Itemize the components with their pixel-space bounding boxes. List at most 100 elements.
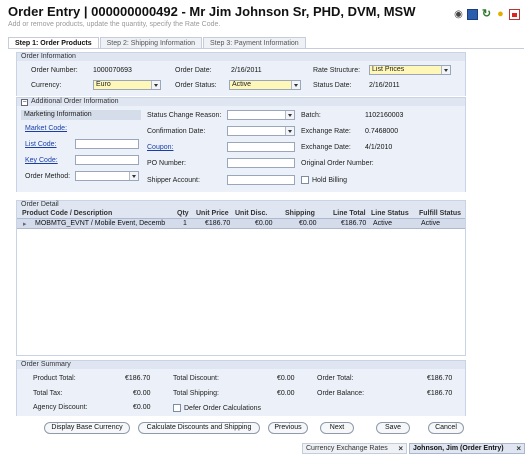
cancel-button[interactable]: Cancel	[428, 422, 464, 434]
order-method-select[interactable]	[75, 171, 139, 181]
expand-arrow-icon[interactable]: ▸	[23, 220, 27, 228]
header-toolbar: ◉ ↻ ●	[453, 9, 520, 20]
column-header-unit-price[interactable]: Unit Price	[196, 210, 229, 217]
key-code-link[interactable]: Key Code:	[25, 157, 58, 164]
column-header-product[interactable]: Product Code / Description	[22, 210, 112, 217]
defer-order-calculations-checkbox[interactable]	[173, 404, 181, 412]
exchange-date-label: Exchange Date:	[301, 144, 351, 151]
tab-johnson-order-entry[interactable]: Johnson, Jim (Order Entry) ×	[409, 443, 525, 454]
hold-billing-checkbox[interactable]	[301, 176, 309, 184]
status-change-reason-select[interactable]	[227, 110, 295, 120]
market-code-link[interactable]: Market Code:	[25, 125, 67, 132]
total-discount-value: €0.00	[277, 375, 295, 382]
table-cell-line-status: Active	[373, 220, 393, 227]
order-summary-section: Order Summary Product Total: €186.70 Tot…	[16, 360, 466, 416]
eye-icon[interactable]: ◉	[453, 9, 464, 20]
page-header: Order Entry | 000000000492 - Mr Jim John…	[0, 0, 532, 36]
po-number-input[interactable]	[227, 158, 295, 168]
list-code-input[interactable]	[75, 139, 139, 149]
order-information-section: Order Information Order Number: 10000706…	[16, 52, 466, 96]
table-row[interactable]: ▸ MOBMTG_EVNT / Mobile Event, Decemb 1 €…	[17, 218, 465, 229]
order-number-value: 1000070693	[93, 67, 132, 74]
calculate-discounts-button[interactable]: Calculate Discounts and Shipping	[138, 422, 260, 434]
table-cell-shipping: €0.00	[299, 220, 317, 227]
column-header-line-status[interactable]: Line Status	[371, 210, 409, 217]
total-tax-label: Total Tax:	[33, 390, 63, 397]
chevron-down-icon[interactable]	[151, 81, 160, 89]
order-status-select[interactable]: Active	[229, 80, 301, 90]
confirmation-date-label: Confirmation Date:	[147, 128, 206, 135]
order-balance-value: €186.70	[427, 390, 453, 397]
status-change-reason-label: Status Change Reason:	[147, 112, 222, 119]
rate-structure-label: Rate Structure:	[313, 67, 361, 74]
currency-value: Euro	[96, 81, 111, 88]
chevron-down-icon[interactable]	[441, 66, 450, 74]
currency-select[interactable]: Euro	[93, 80, 161, 90]
batch-label: Batch:	[301, 112, 321, 119]
close-icon[interactable]: ×	[516, 444, 521, 454]
total-tax-value: €0.00	[133, 390, 151, 397]
batch-value: 1102160003	[365, 112, 404, 119]
list-code-link[interactable]: List Code:	[25, 141, 57, 148]
tab-johnson-order-entry-label: Johnson, Jim (Order Entry)	[413, 445, 504, 452]
collapse-icon[interactable]: −	[21, 99, 28, 106]
refresh-icon[interactable]: ↻	[481, 9, 492, 20]
order-total-value: €186.70	[427, 375, 453, 382]
order-information-body: Order Number: 1000070693 Order Date: 2/1…	[17, 61, 465, 96]
rate-structure-select[interactable]: List Prices	[369, 65, 451, 75]
currency-label: Currency:	[31, 82, 62, 89]
save-button[interactable]: Save	[376, 422, 410, 434]
agency-discount-label: Agency Discount:	[33, 404, 88, 411]
order-summary-heading: Order Summary	[17, 361, 465, 369]
save-icon[interactable]	[467, 9, 478, 20]
chevron-down-icon[interactable]	[285, 127, 294, 135]
total-shipping-value: €0.00	[277, 390, 295, 397]
additional-order-information-heading: − Additional Order Information	[17, 98, 465, 106]
additional-order-information-section: − Additional Order Information Marketing…	[16, 97, 466, 192]
additional-order-information-body: Marketing Information Market Code: List …	[17, 106, 465, 192]
column-header-unit-disc[interactable]: Unit Disc.	[235, 210, 267, 217]
shipper-account-input[interactable]	[227, 175, 295, 185]
coupon-link[interactable]: Coupon:	[147, 144, 173, 151]
order-status-label: Order Status:	[175, 82, 217, 89]
column-header-fulfill-status[interactable]: Fulfill Status	[419, 210, 461, 217]
close-icon[interactable]: ×	[398, 444, 403, 454]
tab-currency-exchange-rates[interactable]: Currency Exchange Rates ×	[302, 443, 407, 454]
po-number-label: PO Number:	[147, 160, 186, 167]
order-status-value: Active	[232, 81, 252, 88]
shipper-account-label: Shipper Account:	[147, 177, 200, 184]
total-discount-label: Total Discount:	[173, 375, 219, 382]
confirmation-date-select[interactable]	[227, 126, 295, 136]
next-button[interactable]: Next	[320, 422, 354, 434]
lightbulb-icon[interactable]: ●	[495, 9, 506, 20]
key-code-input[interactable]	[75, 155, 139, 165]
exchange-date-value: 4/1/2010	[365, 144, 393, 151]
product-total-label: Product Total:	[33, 375, 76, 382]
chevron-down-icon[interactable]	[129, 172, 138, 180]
exchange-rate-value: 0.7468000	[365, 128, 399, 135]
previous-button[interactable]: Previous	[268, 422, 308, 434]
table-cell-unit-price: €186.70	[205, 220, 231, 227]
additional-order-information-title: Additional Order Information	[31, 98, 119, 105]
table-cell-unit-disc: €0.00	[255, 220, 273, 227]
product-total-value: €186.70	[125, 375, 151, 382]
page-title: Order Entry | 000000000492 - Mr Jim John…	[8, 4, 416, 19]
display-base-currency-button[interactable]: Display Base Currency	[44, 422, 130, 434]
status-date-label: Status Date:	[313, 82, 352, 89]
chevron-down-icon[interactable]	[291, 81, 300, 89]
order-summary-body: Product Total: €186.70 Total Tax: €0.00 …	[17, 369, 465, 416]
order-balance-label: Order Balance:	[317, 390, 365, 397]
original-order-number-label: Original Order Number:	[301, 160, 374, 167]
tab-divider	[8, 48, 524, 49]
table-cell-line-total: €186.70	[341, 220, 367, 227]
column-header-shipping[interactable]: Shipping	[285, 210, 315, 217]
coupon-input[interactable]	[227, 142, 295, 152]
column-header-line-total[interactable]: Line Total	[333, 210, 366, 217]
pdf-icon[interactable]	[509, 9, 520, 20]
total-shipping-label: Total Shipping:	[173, 390, 219, 397]
table-cell-qty: 1	[183, 220, 187, 227]
order-information-heading: Order Information	[17, 53, 465, 61]
chevron-down-icon[interactable]	[285, 111, 294, 119]
column-header-qty[interactable]: Qty	[177, 210, 189, 217]
order-method-label: Order Method:	[25, 173, 71, 180]
